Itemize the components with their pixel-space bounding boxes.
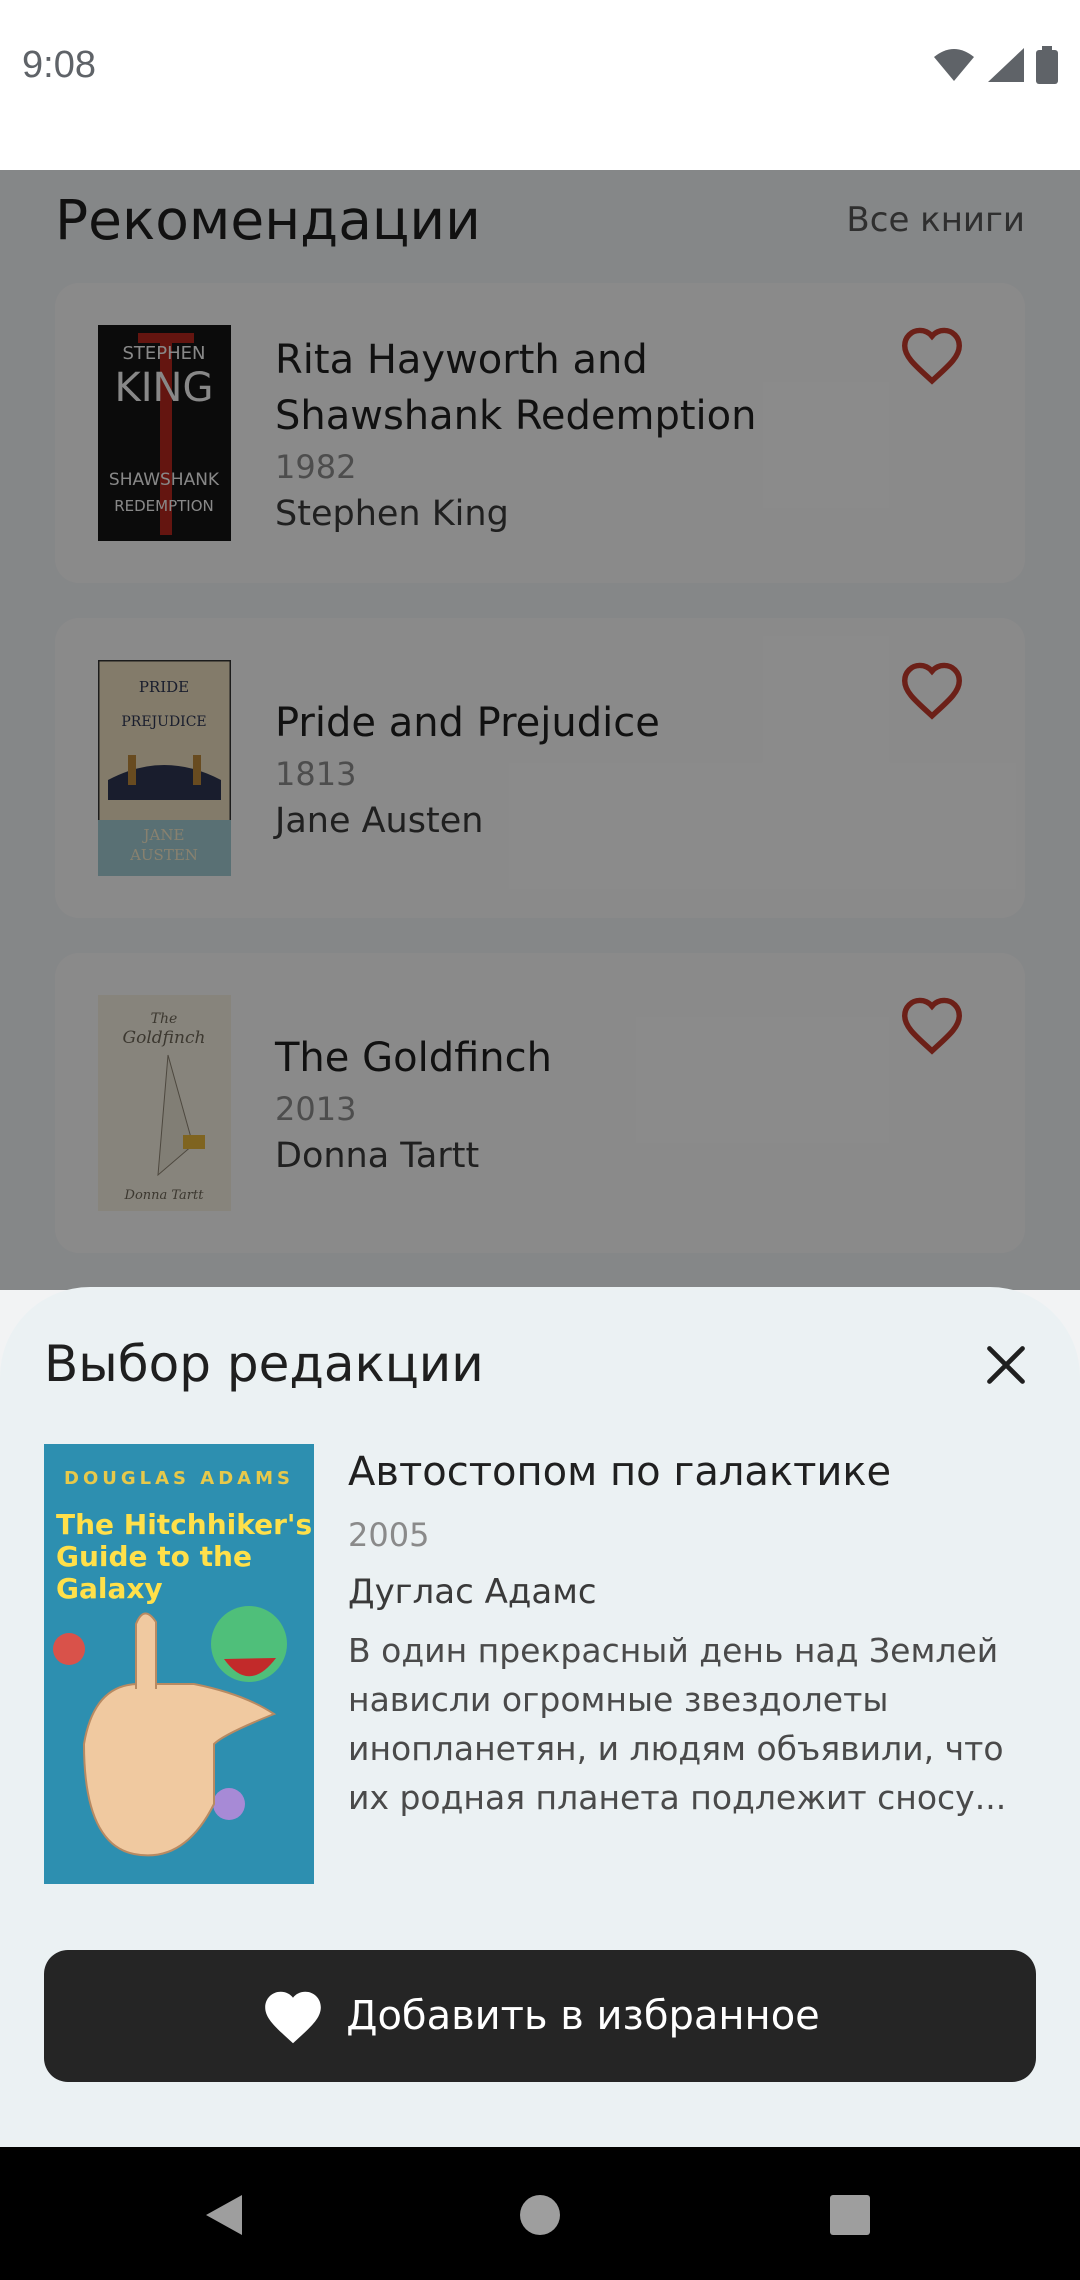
signal-icon	[988, 48, 1024, 82]
back-icon[interactable]	[202, 2193, 246, 2237]
book-year: 2005	[348, 1516, 430, 1554]
status-time: 9:08	[22, 44, 96, 86]
close-icon[interactable]	[984, 1343, 1028, 1387]
book-details: Автостопом по галактике 2005 Дуглас Адам…	[348, 1444, 1036, 1822]
navigation-bar	[0, 2147, 1080, 2280]
modal-scrim[interactable]	[0, 170, 1080, 1290]
svg-text:The Hitchhiker's: The Hitchhiker's	[56, 1508, 312, 1541]
book-description: В один прекрасный день над Землей нависл…	[348, 1631, 1007, 1817]
battery-icon	[1036, 46, 1058, 84]
svg-text:DOUGLAS ADAMS: DOUGLAS ADAMS	[64, 1468, 294, 1489]
status-bar: 9:08	[0, 0, 1080, 170]
add-to-favorites-label: Добавить в избранное	[346, 1993, 820, 2039]
book-author: Дуглас Адамс	[348, 1572, 597, 1612]
heart-icon	[265, 1991, 322, 2044]
svg-text:Galaxy: Galaxy	[56, 1572, 163, 1605]
wifi-icon	[934, 49, 974, 81]
recents-icon[interactable]	[828, 2193, 872, 2237]
sheet-title: Выбор редакции	[44, 1335, 484, 1393]
add-to-favorites-button[interactable]: Добавить в избранное	[44, 1950, 1036, 2082]
book-title: Автостопом по галактике	[348, 1449, 892, 1495]
svg-text:Guide to the: Guide to the	[56, 1540, 252, 1573]
book-cover: DOUGLAS ADAMS The Hitchhiker's Guide to …	[44, 1444, 314, 1884]
editors-choice-sheet: Выбор редакции DOUGLAS ADAMS The Hitchhi…	[0, 1287, 1080, 2147]
home-icon[interactable]	[518, 2193, 562, 2237]
